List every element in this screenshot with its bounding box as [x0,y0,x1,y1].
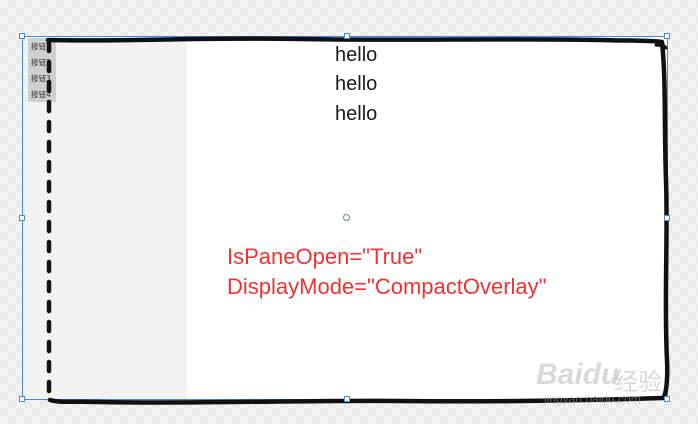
center-anchor-handle[interactable] [343,214,350,221]
resize-handle-top-left[interactable] [19,33,25,39]
resize-handle-bottom-left[interactable] [19,396,25,402]
resize-handle-top[interactable] [344,33,350,39]
watermark-brand: Baidu [536,358,620,391]
hand-drawn-outline [45,36,670,405]
resize-handle-right[interactable] [664,215,670,221]
resize-handle-bottom[interactable] [344,396,350,402]
watermark-url: jingyan.baidu.com [544,392,641,406]
resize-handle-top-right[interactable] [664,33,670,39]
resize-handle-left[interactable] [19,215,25,221]
baidu-watermark: Baidu 经验 jingyan.baidu.com [536,350,676,410]
